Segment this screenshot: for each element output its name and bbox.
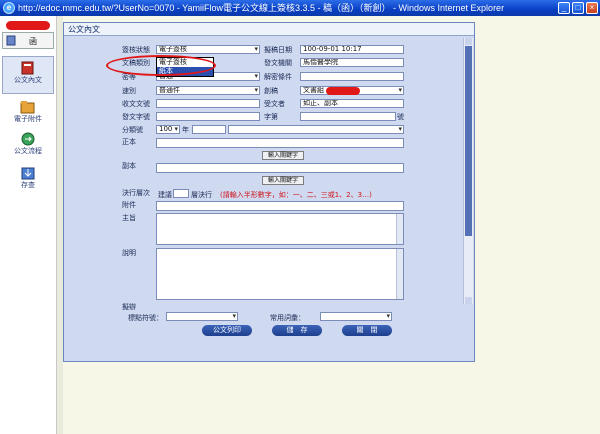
send-no-field[interactable] <box>156 112 260 121</box>
sidebar-doc-type[interactable]: 函 <box>2 32 54 49</box>
resolve-label: 決行層次 <box>122 189 150 197</box>
subject-scrollbar[interactable] <box>396 214 403 244</box>
declass-label: 解密條件 <box>264 73 292 81</box>
sign-status-label: 簽核狀態 <box>122 46 150 54</box>
word-no-field[interactable] <box>300 112 396 121</box>
sign-status-select[interactable]: 電子簽核 <box>156 45 260 54</box>
year-select[interactable]: 100 <box>156 125 180 134</box>
attach-field[interactable] <box>156 201 404 211</box>
print-button[interactable]: 公文列印 <box>202 325 252 336</box>
bottom-cut-label: 擬辦 <box>122 303 136 311</box>
word-label: 字第 <box>264 113 278 121</box>
common-label: 常用詞彙： <box>270 314 305 322</box>
tab-content[interactable]: 公文內文 <box>64 23 474 36</box>
send-no-label: 發文字號 <box>122 113 150 121</box>
sidebar-item-label: 公文流程 <box>14 147 42 155</box>
book-icon <box>21 61 34 75</box>
sidebar-item-attachment[interactable]: 電子附件 <box>2 100 54 130</box>
hao-label: 號 <box>397 113 404 121</box>
main-copy-keyword-button[interactable]: 輸入關鍵字 <box>262 151 304 160</box>
sidebar-item-flow[interactable]: 公文流程 <box>2 132 54 162</box>
desc-label: 說明 <box>122 249 136 257</box>
issuer-label: 發文機關 <box>264 59 292 67</box>
desc-textarea[interactable] <box>156 248 404 300</box>
cc-label: 副本 <box>122 162 136 170</box>
resolve-level-field[interactable] <box>173 189 189 198</box>
main-copy-label: 正本 <box>122 138 136 146</box>
resolve-prefix: 建議 <box>158 191 172 199</box>
common-select[interactable] <box>320 312 392 321</box>
close-button[interactable]: × <box>586 2 598 14</box>
close-form-button[interactable]: 關 閉 <box>342 325 392 336</box>
classify-label: 分類號 <box>122 126 143 134</box>
document-icon <box>6 35 16 46</box>
declass-field[interactable] <box>300 72 404 81</box>
speed-select[interactable]: 普通件 <box>156 86 260 95</box>
mark-select[interactable] <box>166 312 238 321</box>
recipient-label: 受文者 <box>264 100 285 108</box>
maximize-button[interactable]: □ <box>572 2 584 14</box>
main-copy-field[interactable] <box>156 138 404 148</box>
window-titlebar: e http://edoc.mmc.edu.tw/?UserNo=0070 - … <box>0 0 600 16</box>
scroll-thumb[interactable] <box>465 46 472 236</box>
ie-icon: e <box>3 2 15 14</box>
archive-icon <box>21 167 35 180</box>
cc-keyword-button[interactable]: 輸入關鍵字 <box>262 176 304 185</box>
classify-select[interactable] <box>228 125 404 134</box>
flow-icon <box>21 132 35 146</box>
desc-scrollbar[interactable] <box>396 249 403 299</box>
highlight-oval <box>106 55 216 76</box>
issuer-field[interactable]: 馬偕醫學院 <box>300 58 404 67</box>
tab-label: 公文內文 <box>68 25 100 34</box>
save-button[interactable]: 儲 存 <box>272 325 322 336</box>
recv-no-label: 收文文號 <box>122 100 150 108</box>
sidebar-item-label: 存查 <box>21 181 35 189</box>
sidebar: 函 公文內文 電子附件 公文流程 存查 <box>0 16 57 434</box>
subject-label: 主旨 <box>122 214 136 222</box>
sidebar-item-archive[interactable]: 存查 <box>2 166 54 196</box>
recv-no-field[interactable] <box>156 99 260 108</box>
subject-textarea[interactable] <box>156 213 404 245</box>
scroll-up-arrow[interactable] <box>465 38 472 45</box>
minimize-button[interactable]: _ <box>558 2 570 14</box>
attach-label: 附件 <box>122 201 136 209</box>
redacted-mark <box>6 21 50 30</box>
draft-date-field[interactable]: 100-09-01 10:17 <box>300 45 404 54</box>
sidebar-doc-type-label: 函 <box>29 37 37 46</box>
folder-icon <box>20 101 35 114</box>
resolve-suffix: 層決行 <box>191 191 212 199</box>
recipient-field[interactable]: 如正、副本 <box>300 99 404 108</box>
scroll-down-arrow[interactable] <box>465 297 472 304</box>
resolve-hint: (請輸入半形數字，如：一、二、三或1、2、3…) <box>220 191 372 199</box>
sidebar-item-label: 電子附件 <box>14 115 42 123</box>
window-title: http://edoc.mmc.edu.tw/?UserNo=0070 - Ya… <box>18 3 505 13</box>
draft-date-label: 擬稿日期 <box>264 46 292 54</box>
sidebar-item-content[interactable]: 公文內文 <box>2 56 54 94</box>
cc-field[interactable] <box>156 163 404 173</box>
redacted-mark <box>326 87 360 95</box>
mark-label: 標點符號： <box>128 314 163 322</box>
form-scrollbar[interactable] <box>463 38 473 304</box>
signer-label: 創稿 <box>264 87 278 95</box>
classify-field[interactable] <box>192 125 226 134</box>
sidebar-item-label: 公文內文 <box>14 76 42 84</box>
speed-label: 速別 <box>122 87 136 95</box>
year-label: 年 <box>182 126 189 134</box>
